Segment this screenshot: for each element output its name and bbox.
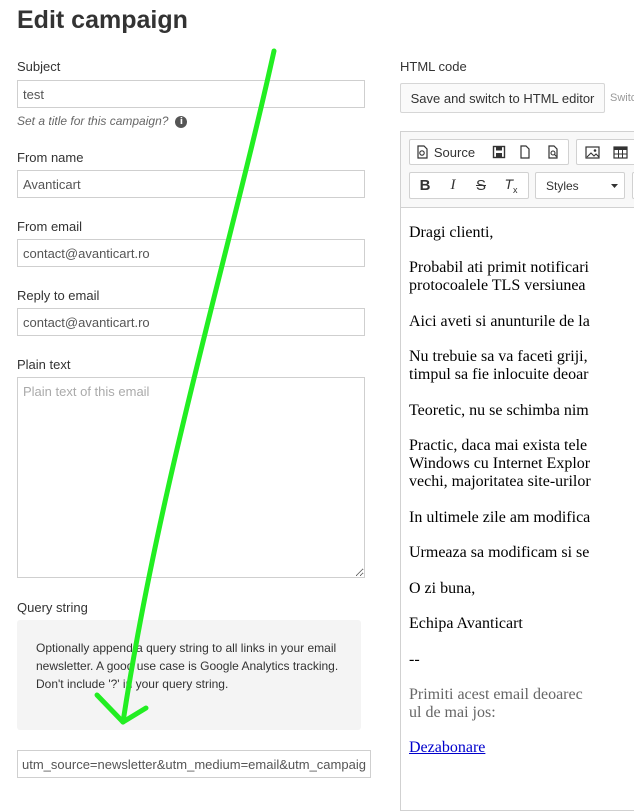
content-signature: Echipa Avanticart bbox=[409, 615, 523, 632]
remove-format-icon: Tx bbox=[504, 175, 518, 195]
styles-dropdown[interactable]: Styles bbox=[535, 172, 625, 199]
remove-format-button[interactable]: Tx bbox=[496, 173, 526, 197]
content-footer: Primiti acest email deoarec bbox=[409, 686, 583, 703]
reply-to-label: Reply to email bbox=[17, 288, 100, 303]
content-paragraph: Windows cu Internet Explor bbox=[409, 455, 591, 472]
bold-button[interactable]: B bbox=[412, 173, 438, 197]
content-paragraph: Probabil ati primit notificari bbox=[409, 259, 589, 276]
switch-note: Switc bbox=[610, 92, 634, 104]
new-page-button[interactable] bbox=[512, 140, 538, 164]
source-label: Source bbox=[433, 144, 476, 160]
content-paragraph: In ultimele zile am modifica bbox=[409, 509, 591, 526]
save-switch-html-button[interactable]: Save and switch to HTML editor bbox=[400, 83, 605, 113]
from-email-label: From email bbox=[17, 219, 83, 234]
content-signoff: O zi buna, bbox=[409, 580, 476, 597]
content-paragraph: Teoretic, nu se schimba nim bbox=[409, 402, 589, 419]
html-editor: Source B I S Tx Styles Dragi clienti, Pr… bbox=[400, 131, 634, 811]
query-string-label: Query string bbox=[17, 600, 88, 615]
save-button[interactable] bbox=[486, 140, 512, 164]
toolbar-group-basicstyles: B I S Tx bbox=[409, 172, 529, 199]
content-separator: -- bbox=[409, 651, 420, 668]
image-button[interactable] bbox=[579, 140, 605, 164]
content-paragraph: Nu trebuie sa va faceti griji, bbox=[409, 348, 588, 365]
italic-button[interactable]: I bbox=[440, 173, 466, 197]
subject-input[interactable] bbox=[17, 80, 365, 108]
save-icon bbox=[492, 145, 506, 159]
toolbar-group-document: Source bbox=[409, 139, 569, 165]
subject-hint: Set a title for this campaign? i bbox=[17, 114, 188, 128]
page-title: Edit campaign bbox=[17, 6, 188, 34]
content-paragraph: Urmeaza sa modificam si se bbox=[409, 544, 590, 561]
info-icon[interactable]: i bbox=[175, 115, 188, 128]
from-email-input[interactable] bbox=[17, 239, 365, 267]
table-icon bbox=[612, 145, 628, 159]
strikethrough-icon: S bbox=[475, 176, 486, 194]
italic-icon: I bbox=[450, 176, 456, 193]
plain-text-textarea[interactable] bbox=[17, 377, 365, 578]
query-string-help: Optionally append a query string to all … bbox=[17, 620, 361, 730]
from-name-input[interactable] bbox=[17, 170, 365, 198]
subject-label: Subject bbox=[17, 59, 61, 74]
source-button[interactable]: Source bbox=[410, 140, 480, 164]
content-greeting: Dragi clienti, bbox=[409, 224, 494, 241]
content-paragraph: Practic, daca mai exista tele bbox=[409, 437, 588, 454]
subject-hint-text: Set a title for this campaign? bbox=[17, 114, 169, 128]
from-name-label: From name bbox=[17, 150, 84, 165]
content-paragraph: protocoalele TLS versiunea bbox=[409, 277, 586, 294]
preview-button[interactable] bbox=[540, 140, 566, 164]
new-page-icon bbox=[520, 145, 530, 159]
source-icon bbox=[417, 145, 428, 159]
content-paragraph: vechi, majoritatea site-urilor bbox=[409, 473, 591, 490]
image-icon bbox=[584, 145, 600, 159]
chevron-down-icon bbox=[611, 184, 618, 188]
unsubscribe-link[interactable]: Dezabonare bbox=[409, 739, 485, 756]
editor-toolbar: Source B I S Tx Styles bbox=[401, 132, 634, 208]
bold-icon: B bbox=[419, 176, 431, 194]
content-footer: ul de mai jos: bbox=[409, 704, 496, 721]
reply-to-input[interactable] bbox=[17, 308, 365, 336]
html-code-label: HTML code bbox=[400, 59, 467, 74]
styles-label: Styles bbox=[546, 179, 579, 193]
table-button[interactable] bbox=[607, 140, 633, 164]
strikethrough-button[interactable]: S bbox=[468, 173, 494, 197]
content-paragraph: Aici aveti si anunturile de la bbox=[409, 313, 590, 330]
content-paragraph: timpul sa fie inlocuite deoar bbox=[409, 366, 589, 383]
plain-text-label: Plain text bbox=[17, 357, 71, 372]
toolbar-group-insert bbox=[576, 139, 634, 165]
preview-icon bbox=[548, 145, 558, 159]
query-string-input[interactable] bbox=[17, 750, 371, 778]
